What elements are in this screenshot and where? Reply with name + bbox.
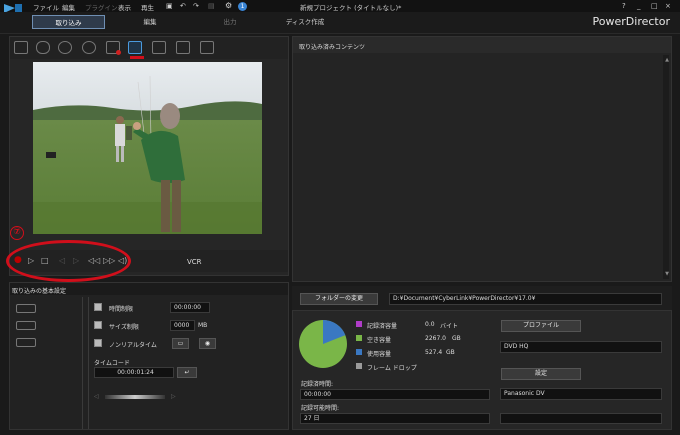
redo-icon[interactable]: ↷ — [193, 2, 199, 10]
screen-capture-icon[interactable] — [106, 41, 121, 55]
nonrealtime-label: ノンリアルタイム — [109, 342, 157, 349]
maximize-icon[interactable]: □ — [651, 2, 658, 10]
disk-usage-pie-chart — [299, 320, 347, 368]
menu-plugin[interactable]: プラグイン — [85, 2, 118, 12]
recorded-time-label: 記録済時間: — [301, 381, 334, 388]
slider-left-arrow-icon[interactable]: ◁ — [94, 393, 99, 400]
profile-field: DVD HQ — [500, 341, 662, 353]
free-label: 空き容量 — [367, 337, 392, 344]
recorded-time-field: 00:00:00 — [300, 389, 490, 400]
dv-camcorder-icon[interactable] — [128, 41, 142, 54]
size-unit-label: MB — [198, 322, 208, 329]
used-label: 使用容量 — [367, 351, 392, 358]
module-tab-bar: 取り込み 編集 出力 ディスク作成 — [0, 12, 680, 34]
extra-field — [500, 413, 662, 424]
tv-icon[interactable] — [176, 41, 190, 54]
recorded-label: 記録済容量 — [367, 323, 398, 330]
brand-name: PowerDirector — [592, 15, 670, 28]
minimize-icon[interactable]: _ — [637, 2, 641, 10]
selected-source-indicator — [130, 56, 144, 59]
disk-info-box — [292, 310, 672, 430]
capture-video-only-icon[interactable] — [16, 321, 36, 330]
hdv-camcorder-icon[interactable] — [152, 41, 166, 54]
capture-video-audio-icon[interactable] — [16, 304, 36, 313]
transport-mode-label: VCR — [187, 258, 202, 266]
step-number-badge: ⑦ — [10, 226, 24, 240]
menu-edit[interactable]: 編集 — [62, 2, 75, 12]
slider-right-arrow-icon[interactable]: ▷ — [171, 393, 176, 400]
film-icon[interactable]: ▤ — [208, 2, 215, 10]
close-icon[interactable]: × — [665, 2, 671, 10]
timecode-field[interactable]: 00:00:01:24 — [94, 367, 174, 378]
content-scrollbar[interactable] — [663, 55, 669, 279]
menu-play[interactable]: 再生 — [141, 2, 154, 12]
dropped-swatch — [356, 363, 362, 369]
free-swatch — [356, 335, 362, 341]
recordable-time-field: 27 日 — [300, 413, 490, 424]
highlight-ellipse — [6, 240, 131, 282]
size-limit-checkbox[interactable] — [94, 321, 102, 329]
time-limit-field[interactable]: 00:00:00 — [170, 302, 210, 313]
size-limit-field[interactable]: 0000 — [170, 320, 195, 331]
used-unit: GB — [446, 349, 455, 356]
timecode-label: タイムコード — [94, 360, 130, 367]
change-folder-button[interactable]: フォルダーの変更 — [300, 293, 378, 305]
microphone-icon[interactable] — [36, 41, 50, 54]
free-unit: GB — [452, 335, 461, 342]
webcam-icon[interactable] — [14, 41, 28, 54]
capture-settings-panel: 取り込みの基本設定 時間制限 00:00:00 サイズ制限 0000 MB ノン… — [9, 282, 289, 430]
dropped-frames-label: フレーム ドロップ — [367, 365, 417, 372]
settings-gear-icon[interactable]: ⚙ — [225, 1, 232, 10]
menu-file[interactable]: ファイル — [33, 2, 59, 12]
scroll-down-icon[interactable]: ▼ — [665, 271, 669, 277]
menu-bar: ファイル 編集 プラグイン 表示 再生 ▣ ↶ ↷ ▤ ⚙ 1 新規プロジェクト… — [0, 0, 680, 13]
time-limit-label: 時間制限 — [109, 306, 134, 313]
capture-source-bar — [10, 37, 288, 59]
nonrealtime-checkbox[interactable] — [94, 339, 102, 347]
device-field: Panasonic DV — [500, 388, 662, 400]
voice-over-icon[interactable] — [82, 41, 96, 54]
tab-produce[interactable]: 出力 — [200, 15, 260, 29]
captured-content-title: 取り込み済みコンテンツ — [299, 44, 366, 51]
help-icon[interactable]: ? — [622, 2, 626, 10]
go-to-timecode-button[interactable]: ↵ — [177, 367, 197, 378]
settings-button[interactable]: 設定 — [501, 368, 581, 380]
audio-level-slider[interactable] — [105, 395, 165, 399]
tab-edit[interactable]: 編集 — [120, 15, 180, 29]
snapshot-settings-button[interactable]: ▭ — [172, 338, 189, 349]
scroll-up-icon[interactable]: ▲ — [665, 57, 669, 63]
recordable-time-label: 記録可能時間: — [301, 405, 340, 412]
used-swatch — [356, 349, 362, 355]
undo-icon[interactable]: ↶ — [180, 2, 186, 10]
folder-path-field[interactable]: D:¥Document¥CyberLink¥PowerDirector¥17.0… — [389, 293, 662, 305]
recorded-value: 0.0 — [425, 321, 435, 328]
digital-tv-icon[interactable] — [200, 41, 214, 54]
size-limit-label: サイズ制限 — [109, 324, 139, 331]
menu-view[interactable]: 表示 — [118, 2, 131, 12]
capture-audio-only-icon[interactable] — [16, 338, 36, 347]
used-value: 527.4 — [425, 349, 443, 356]
capture-settings-title: 取り込みの基本設定 — [12, 288, 67, 295]
camera-icon[interactable]: ◉ — [199, 338, 216, 349]
tab-disc[interactable]: ディスク作成 — [275, 15, 335, 29]
time-limit-checkbox[interactable] — [94, 303, 102, 311]
profile-button[interactable]: プロファイル — [501, 320, 581, 332]
cd-icon[interactable] — [58, 41, 72, 54]
notification-icon[interactable]: 1 — [238, 2, 247, 11]
free-value: 2267.0 — [425, 335, 446, 342]
captured-content-panel: 取り込み済みコンテンツ ▲ ▼ — [292, 36, 672, 282]
recorded-swatch — [356, 321, 362, 327]
tab-capture[interactable]: 取り込み — [32, 15, 105, 29]
window-title: 新規プロジェクト (タイトルなし)* — [300, 4, 402, 12]
video-preview — [33, 62, 262, 234]
save-icon[interactable]: ▣ — [166, 2, 173, 10]
recorded-unit: バイト — [440, 323, 459, 330]
